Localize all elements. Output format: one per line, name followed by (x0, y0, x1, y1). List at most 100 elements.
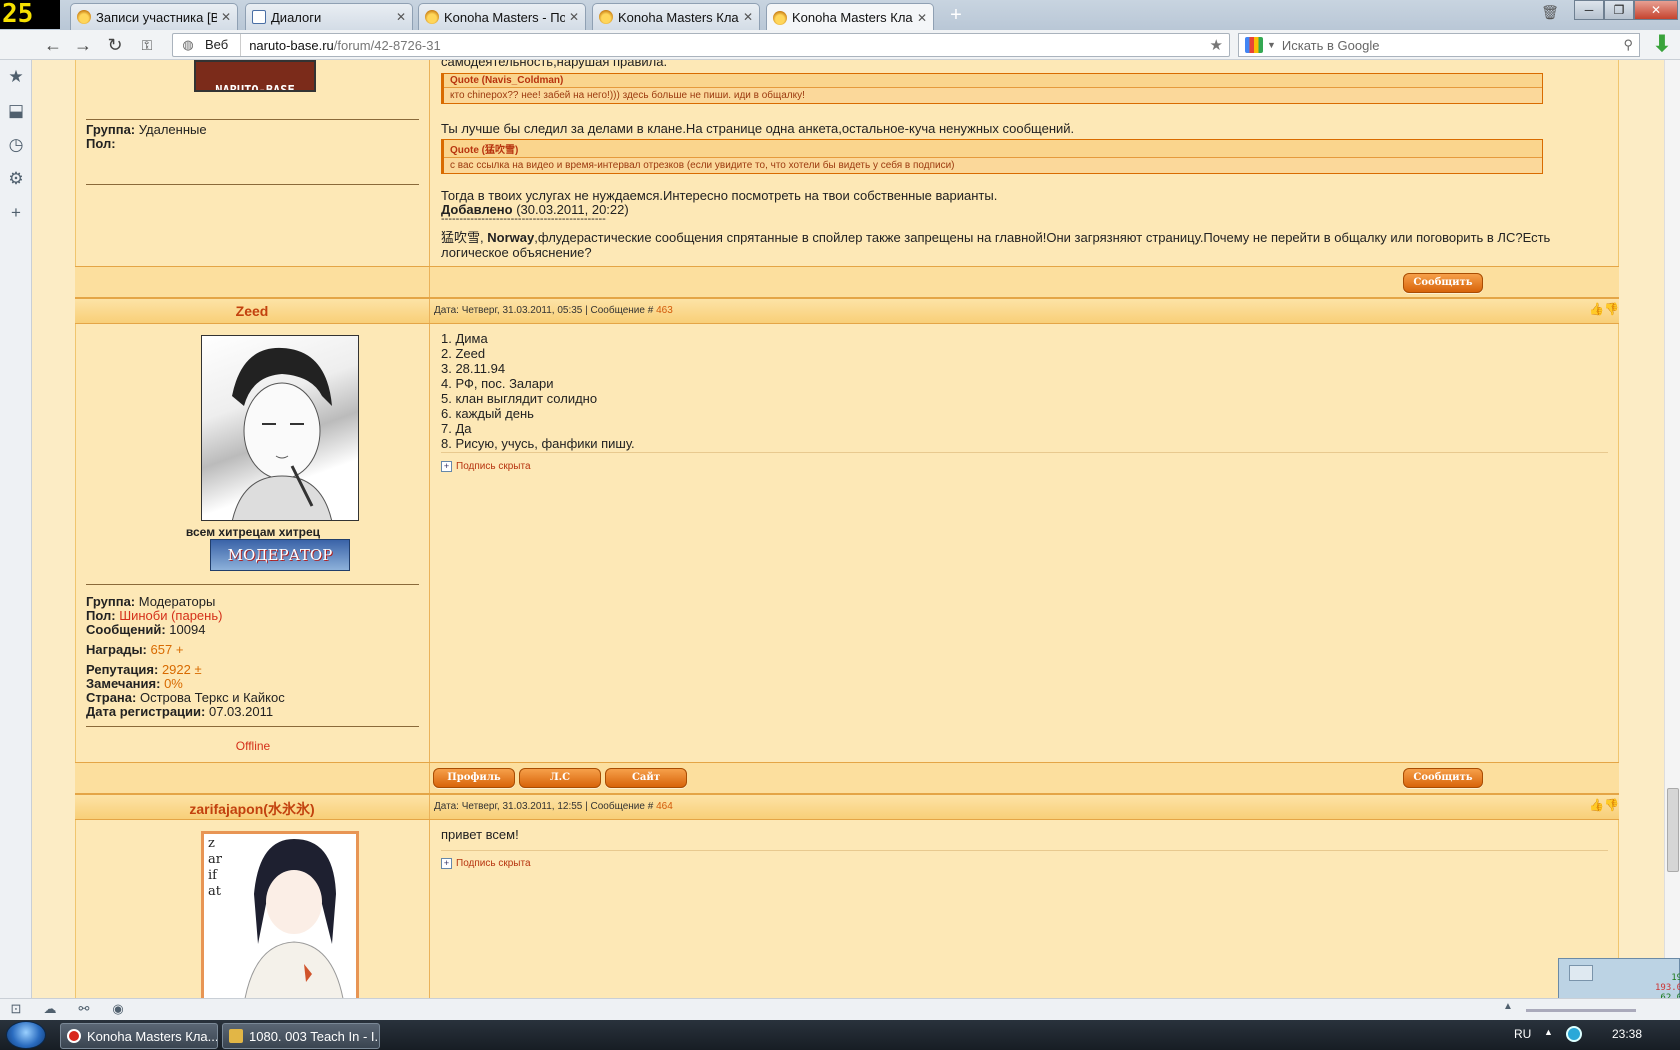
report-button[interactable]: Сообщить (1403, 768, 1483, 788)
user-avatar: zarifat (201, 831, 359, 998)
forum-post-2: всем хитрецам хитрец МОДЕРАТОР Группа: М… (75, 324, 1619, 764)
download-icon[interactable]: ⬇ (1650, 33, 1674, 57)
message-line: 7. Да (441, 421, 472, 436)
expand-plus-icon[interactable]: + (441, 858, 452, 869)
mention-bold: Norway (487, 230, 535, 245)
new-tab-button[interactable]: + (944, 4, 968, 26)
profile-label: Страна: (86, 690, 137, 705)
thumbs-rating-icon[interactable]: 👍👎 (1589, 798, 1619, 812)
reload-button[interactable]: ↻ (102, 33, 128, 57)
avatar-image (244, 839, 344, 998)
message-number-link[interactable]: 464 (656, 801, 673, 812)
post-date-text: Дата: Четверг, 31.03.2011, 12:55 | Сообщ… (434, 801, 654, 812)
post-2-username[interactable]: Zeed (75, 303, 429, 319)
profile-label: Замечания: (86, 676, 161, 691)
taskbar-item-media[interactable]: 1080. 003 Teach In - I... (222, 1023, 380, 1049)
search-icon[interactable]: ⚲ (1623, 37, 1633, 53)
share-icon[interactable]: ⚯ (74, 1001, 94, 1019)
signature-toggle[interactable]: + Подпись скрыта (441, 461, 531, 472)
profile-line: Репутация: 2922 ± (86, 662, 202, 677)
tab-4[interactable]: Konoha Masters Клан -... ✕ (592, 3, 760, 30)
camera-icon[interactable]: ◉ (108, 1001, 128, 1019)
warnings-link[interactable]: 0% (164, 676, 183, 691)
minimize-button[interactable]: ─ (1574, 0, 1604, 20)
signature-toggle[interactable]: + Подпись скрыта (441, 858, 531, 869)
bookmark-star-icon[interactable]: ★ (1210, 36, 1223, 54)
profile-value: Шиноби (парень) (119, 608, 223, 623)
zoom-slider[interactable] (1526, 1009, 1636, 1012)
expand-plus-icon[interactable]: + (441, 461, 452, 472)
add-panel-icon[interactable]: + (0, 196, 32, 230)
message-line: 6. каждый день (441, 406, 534, 421)
tab-3[interactable]: Konoha Masters - Поиск ✕ (418, 3, 586, 30)
search-placeholder: Искать в Google (1281, 37, 1380, 53)
chevron-down-icon[interactable]: ▼ (1267, 40, 1276, 50)
column-divider (429, 763, 430, 793)
settings-gear-icon[interactable]: ⚙ (0, 162, 32, 196)
message-body: 1. Дима 2. Zeed 3. 28.11.94 4. РФ, пос. … (441, 331, 635, 451)
report-button[interactable]: Сообщить (1403, 273, 1483, 293)
tray-expand-icon[interactable]: ▲ (1544, 1027, 1553, 1037)
close-tab-icon[interactable]: ✕ (569, 10, 579, 24)
post-2-date: Дата: Четверг, 31.03.2011, 05:35 | Сообщ… (434, 305, 673, 316)
monitor-value: 19 (1671, 973, 1680, 983)
naruto-favicon-icon (599, 10, 613, 24)
address-bar[interactable]: ◍ Веб naruto-base.ru/forum/42-8726-31 ★ (172, 33, 1230, 57)
key-icon[interactable]: ⚿ (134, 33, 160, 57)
close-tab-icon[interactable]: ✕ (221, 10, 231, 24)
url-text[interactable]: naruto-base.ru/forum/42-8726-31 (241, 38, 441, 53)
close-tab-icon[interactable]: ✕ (396, 10, 406, 24)
maximize-button[interactable]: ❐ (1604, 0, 1634, 20)
close-tab-icon[interactable]: ✕ (743, 10, 753, 24)
trash-icon[interactable]: 🗑 (1540, 4, 1560, 24)
change-reputation-button[interactable]: ± (194, 662, 201, 677)
close-tab-icon[interactable]: ✕ (917, 11, 927, 25)
site-button[interactable]: Сайт (605, 768, 687, 788)
tab-5-active[interactable]: Konoha Masters Клан -... ✕ (766, 3, 934, 31)
profile-value: Модераторы (138, 594, 216, 609)
profile-button[interactable]: Профиль (433, 768, 515, 788)
cloud-icon[interactable]: ☁ (40, 1001, 60, 1019)
tab-2[interactable]: Диалоги ✕ (245, 3, 413, 30)
awards-link[interactable]: 657 (151, 642, 173, 657)
message-line: привет всем! (441, 827, 519, 842)
post-3-header: zarifajapon(水氷氷) Дата: Четверг, 31.03.20… (75, 794, 1619, 820)
signature-label: Подпись скрыта (456, 858, 531, 869)
profile-line: Страна: Острова Теркс и Кайкос (86, 690, 285, 705)
panel-toggle-icon[interactable]: ⊡ (6, 1001, 26, 1019)
private-message-button[interactable]: Л.С (519, 768, 601, 788)
zoom-up-icon[interactable]: ▲ (1498, 1001, 1518, 1019)
url-host: naruto-base.ru (249, 37, 334, 53)
scrollbar-thumb[interactable] (1667, 788, 1679, 872)
downloads-panel-icon[interactable]: ⬓ (0, 94, 32, 128)
quote-block-2: Quote (猛吹雪) с вас ссылка на видео и врем… (441, 139, 1543, 174)
add-award-button[interactable]: + (176, 642, 184, 657)
message-paragraph: Тогда в твоих услугах не нуждаемся.Интер… (441, 188, 998, 203)
tab-label: Записи участника [Ву... (96, 9, 217, 25)
profile-line: Дата регистрации: 07.03.2011 (86, 704, 273, 719)
back-button[interactable]: ← (40, 33, 66, 57)
favorites-star-icon[interactable]: ★ (0, 60, 32, 94)
message-number-link[interactable]: 463 (656, 305, 673, 316)
forward-button[interactable]: → (70, 33, 96, 57)
language-indicator[interactable]: RU (1514, 1027, 1531, 1041)
tab-1[interactable]: Записи участника [Ву... ✕ (70, 3, 238, 30)
message-line: самодеятельность,нарушая правила. (441, 60, 668, 69)
profile-label: Группа: (86, 594, 136, 609)
close-window-button[interactable]: ✕ (1634, 0, 1678, 20)
clock[interactable]: 23:38 (1612, 1027, 1642, 1041)
thumbs-rating-icon[interactable]: 👍👎 (1589, 302, 1619, 316)
tab-label: Konoha Masters Клан -... (792, 10, 913, 25)
divider (86, 184, 419, 185)
taskbar-item-browser[interactable]: Konoha Masters Кла... (60, 1023, 218, 1049)
quote-header: Quote (猛吹雪) (444, 140, 1542, 158)
profile-line: Замечания: 0% (86, 676, 183, 691)
start-button[interactable] (6, 1021, 46, 1049)
tray-app-icon[interactable] (1566, 1026, 1582, 1042)
reputation-link[interactable]: 2922 (162, 662, 191, 677)
history-clock-icon[interactable]: ◷ (0, 128, 32, 162)
message-paragraph: 猛吹雪, Norway,флудерастические сообщения с… (441, 230, 1561, 260)
vertical-scrollbar[interactable] (1664, 60, 1680, 998)
post-3-username[interactable]: zarifajapon(水氷氷) (75, 799, 429, 819)
google-search-box[interactable]: ▼ Искать в Google ⚲ (1238, 33, 1640, 57)
